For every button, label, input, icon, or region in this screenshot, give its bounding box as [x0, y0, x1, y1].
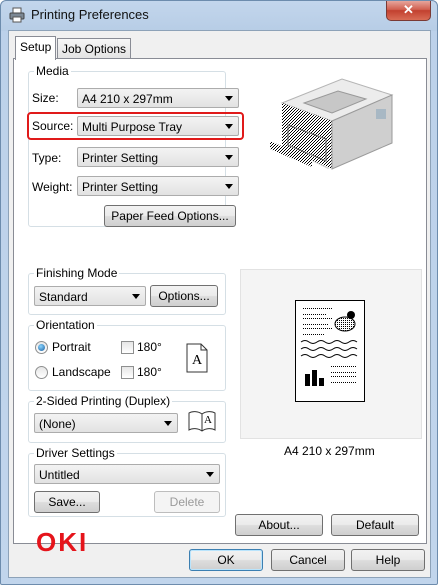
orientation-label: Orientation — [34, 318, 97, 332]
weight-value: Printer Setting — [82, 180, 159, 194]
duplex-select[interactable]: (None) — [34, 413, 178, 433]
portrait-label[interactable]: Portrait — [52, 340, 91, 354]
media-group-label: Media — [34, 64, 71, 78]
weight-label: Weight: — [32, 180, 73, 194]
page-preview-area — [240, 269, 422, 439]
chevron-down-icon — [225, 184, 233, 189]
source-value: Multi Purpose Tray — [82, 120, 183, 134]
chevron-down-icon — [206, 472, 214, 477]
page-preview-icon — [295, 300, 365, 402]
chevron-down-icon — [164, 421, 172, 426]
default-button[interactable]: Default — [331, 514, 419, 536]
type-label: Type: — [32, 151, 62, 165]
tab-setup[interactable]: Setup — [15, 36, 57, 60]
about-button[interactable]: About... — [235, 514, 323, 536]
page-icon-letter: A — [192, 353, 203, 368]
duplex-value: (None) — [39, 417, 76, 431]
tab-job-options[interactable]: Job Options — [57, 38, 132, 59]
duplex-label: 2-Sided Printing (Duplex) — [34, 394, 173, 408]
title-bar: Printing Preferences ✕ — [1, 1, 437, 29]
landscape-label[interactable]: Landscape — [52, 365, 111, 379]
weight-select[interactable]: Printer Setting — [77, 176, 239, 196]
close-button[interactable]: ✕ — [386, 1, 431, 21]
chevron-down-icon — [132, 294, 140, 299]
printer-icon — [9, 7, 25, 23]
finishing-mode-select[interactable]: Standard — [34, 286, 146, 306]
duplex-book-icon: A — [188, 410, 216, 432]
type-value: Printer Setting — [82, 151, 159, 165]
save-settings-button[interactable]: Save... — [34, 491, 100, 513]
printing-preferences-window: Printing Preferences ✕ Setup Job Options… — [0, 0, 438, 585]
source-label: Source: — [32, 119, 74, 133]
portrait-rotate-180-label[interactable]: 180° — [137, 340, 162, 354]
book-icon-letter: A — [204, 414, 212, 426]
finishing-options-button[interactable]: Options... — [150, 285, 218, 307]
driver-settings-value: Untitled — [39, 468, 80, 482]
oki-logo: OKI — [36, 527, 89, 557]
portrait-page-icon: A — [186, 343, 208, 373]
ok-button[interactable]: OK — [189, 549, 263, 571]
landscape-rotate-180-label[interactable]: 180° — [137, 365, 162, 379]
portrait-rotate-180-checkbox[interactable] — [121, 341, 134, 354]
chevron-down-icon — [225, 155, 233, 160]
finishing-mode-label: Finishing Mode — [34, 266, 120, 280]
driver-settings-label: Driver Settings — [34, 446, 117, 460]
window-title: Printing Preferences — [31, 7, 149, 22]
dialog-client-area: Setup Job Options Media Size: A4 210 x 2… — [8, 30, 431, 578]
paper-feed-options-button[interactable]: Paper Feed Options... — [104, 205, 236, 227]
driver-settings-select[interactable]: Untitled — [34, 464, 220, 484]
chevron-down-icon — [225, 96, 233, 101]
delete-settings-button[interactable]: Delete — [154, 491, 220, 513]
size-label: Size: — [32, 91, 59, 105]
source-select[interactable]: Multi Purpose Tray — [77, 116, 239, 136]
landscape-radio[interactable] — [35, 366, 48, 379]
portrait-radio[interactable] — [35, 341, 48, 354]
chevron-down-icon — [225, 124, 233, 129]
landscape-rotate-180-checkbox[interactable] — [121, 366, 134, 379]
type-select[interactable]: Printer Setting — [77, 147, 239, 167]
finishing-mode-value: Standard — [39, 290, 88, 304]
paper-size-caption: A4 210 x 297mm — [284, 444, 375, 458]
size-value: A4 210 x 297mm — [82, 92, 173, 106]
setup-panel: Media Size: A4 210 x 297mm Source: Multi… — [13, 58, 427, 557]
size-select[interactable]: A4 210 x 297mm — [77, 88, 239, 108]
cancel-button[interactable]: Cancel — [271, 549, 345, 571]
help-button[interactable]: Help — [351, 549, 425, 571]
printer-illustration-icon — [270, 78, 394, 170]
